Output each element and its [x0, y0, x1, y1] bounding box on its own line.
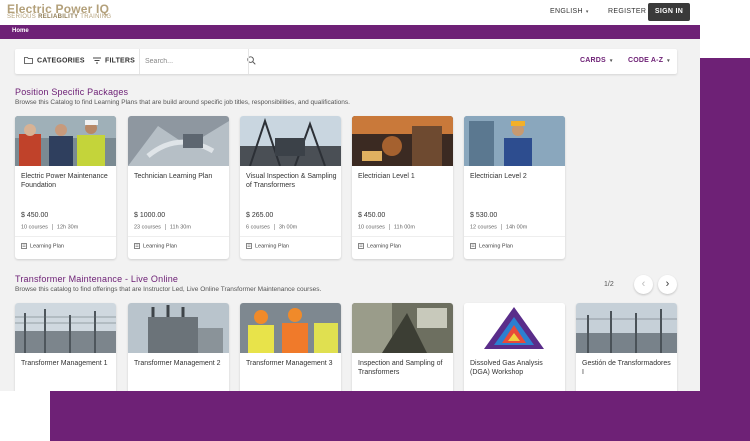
top-bar: Electric Power IQ SERIOUS RELIABILITY TR… [0, 0, 700, 25]
chevron-left-icon: ‹ [641, 278, 646, 290]
language-selector[interactable]: ENGLISH ▾ [550, 8, 589, 15]
card-meta: 23 courses 11h 30m [134, 224, 191, 231]
card-title: Visual Inspection & Sampling of Transfor… [246, 173, 337, 189]
section-title[interactable]: Position Specific Packages [15, 87, 128, 97]
carousel-prev-button[interactable]: ‹ [634, 275, 653, 294]
toolbar-divider [139, 49, 140, 74]
card-meta: 6 courses 3h 00m [246, 224, 298, 231]
categories-button[interactable]: CATEGORIES [24, 57, 85, 64]
search-input[interactable] [145, 55, 235, 68]
decorative-purple-band [50, 391, 750, 441]
card-type: Learning Plan [246, 243, 289, 249]
catalog-card[interactable]: Electric Power Maintenance Foundation $ … [15, 116, 116, 259]
catalog-card[interactable]: Inspection and Sampling of Transformers [352, 303, 453, 391]
learning-plan-icon [358, 243, 364, 249]
card-thumbnail [15, 116, 116, 166]
card-thumbnail [576, 303, 677, 353]
section-description: Browse this Catalog to find Learning Pla… [15, 99, 350, 106]
catalog-card[interactable]: Gestión de Transformadores I [576, 303, 677, 391]
catalog-card[interactable]: Transformer Management 3 [240, 303, 341, 391]
chevron-down-icon: ▾ [585, 9, 589, 15]
card-title: Electrician Level 1 [358, 173, 415, 180]
card-divider [128, 236, 229, 237]
card-title: Inspection and Sampling of Transformers [358, 360, 443, 376]
card-divider [352, 236, 453, 237]
carousel-page-indicator: 1/2 [604, 281, 614, 288]
screenshot-stage: Electric Power IQ SERIOUS RELIABILITY TR… [0, 0, 750, 441]
catalog-card[interactable]: Transformer Management 2 [128, 303, 229, 391]
nav-home-link[interactable]: Home [12, 28, 29, 34]
learning-plan-icon [21, 243, 27, 249]
sort-dropdown[interactable]: CODE A-Z ▾ [628, 57, 670, 64]
card-title: Transformer Management 2 [134, 360, 221, 367]
card-title: Transformer Management 1 [21, 360, 108, 367]
chevron-down-icon: ▾ [667, 58, 670, 64]
card-thumbnail [240, 303, 341, 353]
card-thumbnail [128, 303, 229, 353]
card-price: $ 450.00 [21, 212, 49, 219]
card-title: Dissolved Gas Analysis (DGA) Workshop [470, 360, 543, 376]
card-price: $ 1000.00 [134, 212, 166, 219]
card-thumbnail [352, 116, 453, 166]
catalog-app: Electric Power IQ SERIOUS RELIABILITY TR… [0, 0, 700, 391]
card-thumbnail [464, 116, 565, 166]
learning-plan-icon [470, 243, 476, 249]
card-title: Electric Power Maintenance Foundation [21, 173, 108, 189]
card-divider [240, 236, 341, 237]
chevron-right-icon: › [665, 278, 670, 290]
card-type: Learning Plan [21, 243, 64, 249]
catalog-toolbar: CATEGORIES FILTERS CARDS▾ CODE A-Z▾ [15, 49, 677, 74]
register-link[interactable]: REGISTER [608, 8, 646, 15]
learning-plan-icon [246, 243, 252, 249]
filter-icon [93, 57, 101, 64]
card-type: Learning Plan [470, 243, 513, 249]
card-meta: 10 courses 11h 00m [358, 224, 415, 231]
card-divider [15, 236, 116, 237]
section-description: Browse this catalog to find offerings th… [15, 286, 322, 293]
card-thumbnail [15, 303, 116, 353]
card-thumbnail [240, 116, 341, 166]
section-title[interactable]: Transformer Maintenance - Live Online [15, 274, 178, 284]
card-price: $ 265.00 [246, 212, 274, 219]
card-title: Technician Learning Plan [134, 173, 213, 180]
card-price: $ 450.00 [358, 212, 386, 219]
card-meta: 12 courses 14h 00m [470, 224, 528, 231]
nav-bar: Home [0, 25, 700, 39]
decorative-purple-block [700, 58, 750, 441]
card-thumbnail [352, 303, 453, 353]
folder-icon [24, 57, 33, 64]
card-meta: 10 courses 12h 30m [21, 224, 79, 231]
card-thumbnail [464, 303, 565, 353]
card-type: Learning Plan [358, 243, 401, 249]
carousel-next-button[interactable]: › [658, 275, 677, 294]
catalog-card[interactable]: Electrician Level 2 $ 530.00 12 courses 1… [464, 116, 565, 259]
card-title: Gestión de Transformadores I [582, 360, 671, 376]
view-mode-dropdown[interactable]: CARDS ▾ [580, 57, 613, 64]
chevron-down-icon: ▾ [609, 58, 613, 64]
sign-in-button[interactable]: SIGN IN [648, 3, 690, 21]
card-title: Electrician Level 2 [470, 173, 527, 180]
card-title: Transformer Management 3 [246, 360, 333, 367]
learning-plan-icon [134, 243, 140, 249]
filters-button[interactable]: FILTERS [93, 57, 135, 64]
catalog-card[interactable]: Electrician Level 1 $ 450.00 10 courses 1… [352, 116, 453, 259]
catalog-card[interactable]: Technician Learning Plan $ 1000.00 23 co… [128, 116, 229, 259]
card-divider [464, 236, 565, 237]
card-price: $ 530.00 [470, 212, 498, 219]
brand-tagline: SERIOUS RELIABILITY TRAINING [7, 14, 112, 20]
card-thumbnail [128, 116, 229, 166]
catalog-card[interactable]: Visual Inspection & Sampling of Transfor… [240, 116, 341, 259]
toolbar-divider [248, 49, 249, 74]
card-type: Learning Plan [134, 243, 177, 249]
catalog-card[interactable]: Dissolved Gas Analysis (DGA) Workshop [464, 303, 565, 391]
catalog-card[interactable]: Transformer Management 1 [15, 303, 116, 391]
